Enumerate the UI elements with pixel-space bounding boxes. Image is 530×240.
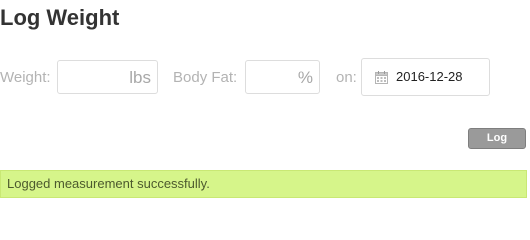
- body-fat-label: Body Fat:: [173, 69, 238, 86]
- date-input[interactable]: 2016-12-28: [361, 58, 490, 96]
- weight-label: Weight:: [0, 69, 51, 86]
- calendar-icon: [375, 71, 388, 84]
- body-fat-unit: %: [297, 68, 313, 87]
- body-fat-input[interactable]: %: [245, 60, 320, 94]
- date-value: 2016-12-28: [396, 69, 463, 84]
- weight-unit: lbs: [129, 68, 151, 87]
- success-message: Logged measurement successfully.: [7, 176, 210, 191]
- date-label: on:: [336, 69, 357, 86]
- weight-input[interactable]: lbs: [57, 60, 158, 94]
- log-button[interactable]: Log: [468, 128, 526, 149]
- success-alert: Logged measurement successfully.: [0, 170, 527, 198]
- page-title: Log Weight: [0, 5, 120, 30]
